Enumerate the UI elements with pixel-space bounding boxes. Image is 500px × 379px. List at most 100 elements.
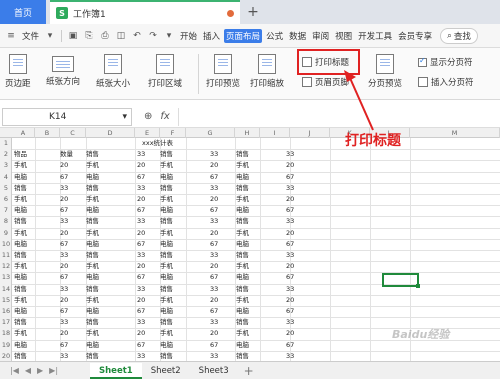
print-icon[interactable]: ⎙	[98, 29, 112, 43]
table-cell[interactable]: 33	[210, 251, 218, 260]
column-header-f[interactable]: F	[160, 128, 186, 138]
table-cell[interactable]: 电脑	[160, 307, 173, 316]
column-header-m[interactable]: M	[410, 128, 500, 138]
column-header-d[interactable]: D	[86, 128, 135, 138]
print-scale-button[interactable]: 打印缩放	[250, 54, 284, 89]
table-cell[interactable]: 销售	[236, 285, 249, 294]
table-cell[interactable]: 33	[210, 217, 218, 226]
row-number[interactable]: 4	[0, 173, 12, 181]
show-page-break-checkbox[interactable]: 显示分页符	[418, 56, 473, 68]
table-cell[interactable]: 电脑	[14, 173, 27, 182]
orientation-button[interactable]: 纸张方向	[46, 54, 80, 87]
table-cell[interactable]: 67	[210, 173, 218, 182]
table-cell[interactable]: 销售	[160, 318, 173, 327]
sheet-tab-3[interactable]: Sheet3	[190, 363, 238, 379]
table-cell[interactable]: 67	[210, 273, 218, 282]
table-cell[interactable]: 20	[210, 262, 218, 271]
table-cell[interactable]: 33	[60, 251, 68, 260]
menu-insert[interactable]: 插入	[201, 29, 222, 43]
table-cell[interactable]: 销售	[86, 285, 99, 294]
table-cell[interactable]: 67	[286, 307, 294, 316]
table-cell[interactable]: 20	[286, 195, 294, 204]
table-cell[interactable]: 手机	[160, 195, 173, 204]
row-number[interactable]: 20	[0, 352, 12, 360]
next-sheet-icon[interactable]: ▶	[37, 366, 43, 375]
table-cell[interactable]: 33	[137, 318, 145, 327]
row-number[interactable]: 6	[0, 195, 12, 203]
table-cell[interactable]: 67	[60, 341, 68, 350]
table-cell[interactable]: 销售	[236, 251, 249, 260]
row-number[interactable]: 14	[0, 285, 12, 293]
table-cell[interactable]: 20	[137, 195, 145, 204]
table-cell[interactable]: 67	[137, 273, 145, 282]
table-cell[interactable]: 手机	[236, 161, 249, 170]
table-cell[interactable]: 67	[286, 173, 294, 182]
table-cell[interactable]: 20	[137, 161, 145, 170]
table-cell[interactable]: 67	[210, 240, 218, 249]
table-cell[interactable]: 销售	[14, 184, 27, 193]
column-header-c[interactable]: C	[60, 128, 86, 138]
table-cell[interactable]: 20	[286, 296, 294, 305]
table-cell[interactable]: 67	[60, 206, 68, 215]
table-cell[interactable]: 销售	[236, 318, 249, 327]
table-cell[interactable]: 67	[137, 307, 145, 316]
table-cell[interactable]: 20	[60, 195, 68, 204]
prev-sheet-icon[interactable]: ◀	[25, 366, 31, 375]
table-cell[interactable]: 33	[137, 251, 145, 260]
more-icon[interactable]: ▾	[162, 29, 176, 43]
table-cell[interactable]: 33	[137, 150, 145, 159]
file-menu[interactable]: 文件	[20, 29, 41, 43]
table-cell[interactable]: 电脑	[236, 307, 249, 316]
table-cell[interactable]: 电脑	[160, 173, 173, 182]
table-cell[interactable]: 33	[137, 184, 145, 193]
table-cell[interactable]: 33	[60, 217, 68, 226]
table-cell[interactable]: 销售	[14, 352, 27, 361]
print-preview-button[interactable]: 打印预览	[206, 54, 240, 89]
table-cell[interactable]: 20	[137, 329, 145, 338]
menu-developer[interactable]: 开发工具	[356, 29, 394, 43]
hamburger-icon[interactable]: ≡	[4, 29, 18, 43]
print-area-button[interactable]: 打印区域	[148, 54, 182, 89]
table-cell[interactable]: 67	[137, 240, 145, 249]
table-cell[interactable]: 电脑	[14, 341, 27, 350]
table-cell[interactable]: 电脑	[14, 273, 27, 282]
table-cell[interactable]: 电脑	[86, 273, 99, 282]
table-cell[interactable]: 手机	[160, 229, 173, 238]
table-cell[interactable]: 电脑	[236, 273, 249, 282]
table-cell[interactable]: 手机	[14, 229, 27, 238]
fx-icon[interactable]: fx	[160, 111, 169, 122]
table-cell[interactable]: 销售	[236, 217, 249, 226]
table-cell[interactable]: 67	[286, 206, 294, 215]
table-cell[interactable]: 电脑	[86, 307, 99, 316]
column-header-h[interactable]: H	[235, 128, 260, 138]
row-number[interactable]: 18	[0, 329, 12, 337]
table-cell[interactable]: 33	[60, 318, 68, 327]
table-cell[interactable]: 电脑	[86, 206, 99, 215]
table-cell[interactable]: 手机	[86, 296, 99, 305]
table-cell[interactable]: 33	[286, 352, 294, 361]
table-cell[interactable]: 67	[60, 307, 68, 316]
column-header-g[interactable]: G	[186, 128, 235, 138]
menu-member[interactable]: 会员专享	[396, 29, 434, 43]
row-number[interactable]: 5	[0, 184, 12, 192]
row-number[interactable]: 1	[0, 139, 12, 147]
formula-input[interactable]	[177, 107, 500, 126]
table-cell[interactable]: 电脑	[236, 240, 249, 249]
table-cell[interactable]: 33	[286, 184, 294, 193]
table-cell[interactable]: 销售	[236, 150, 249, 159]
table-cell[interactable]: 33	[210, 352, 218, 361]
menu-page-layout[interactable]: 页面布局	[224, 28, 263, 43]
preview-icon[interactable]: ◫	[114, 29, 128, 43]
document-tab[interactable]: S 工作簿1	[50, 0, 240, 24]
table-cell[interactable]: 33	[210, 318, 218, 327]
table-cell[interactable]: 67	[286, 273, 294, 282]
table-cell[interactable]: 33	[210, 150, 218, 159]
table-cell[interactable]: 手机	[14, 262, 27, 271]
row-number[interactable]: 7	[0, 206, 12, 214]
first-sheet-icon[interactable]: |◀	[10, 366, 19, 375]
table-cell[interactable]: 20	[286, 329, 294, 338]
table-cell[interactable]: 销售	[86, 251, 99, 260]
table-cell[interactable]: 20	[286, 161, 294, 170]
table-cell[interactable]: 手机	[14, 195, 27, 204]
table-cell[interactable]: 手机	[236, 296, 249, 305]
